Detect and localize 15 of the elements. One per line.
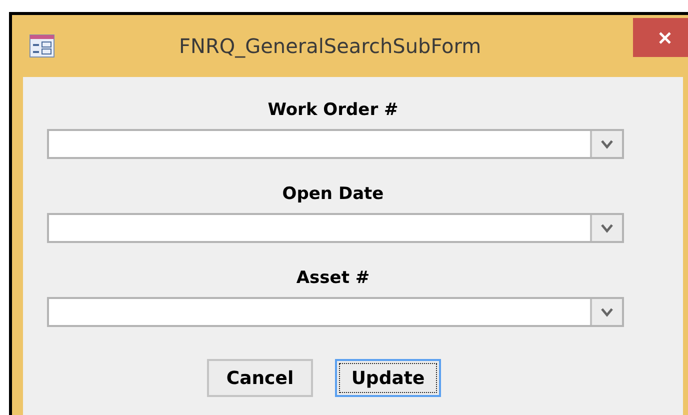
field-label: Open Date [281,183,385,206]
dropdown-button[interactable] [590,299,622,325]
chevron-down-icon [601,308,613,316]
close-icon [658,30,672,44]
field-label: Work Order # [266,99,400,122]
field-label: Asset # [295,267,371,290]
window-title: FNRQ_GeneralSearchSubForm [179,34,482,58]
chevron-down-icon [601,224,613,232]
chevron-down-icon [601,140,613,148]
dropdown-button[interactable] [590,131,622,157]
dropdown-button[interactable] [590,215,622,241]
close-button[interactable] [633,18,688,57]
form-icon [29,34,55,58]
dialog-button[interactable]: Update [335,359,441,397]
dialog-button[interactable]: Cancel [207,359,313,397]
